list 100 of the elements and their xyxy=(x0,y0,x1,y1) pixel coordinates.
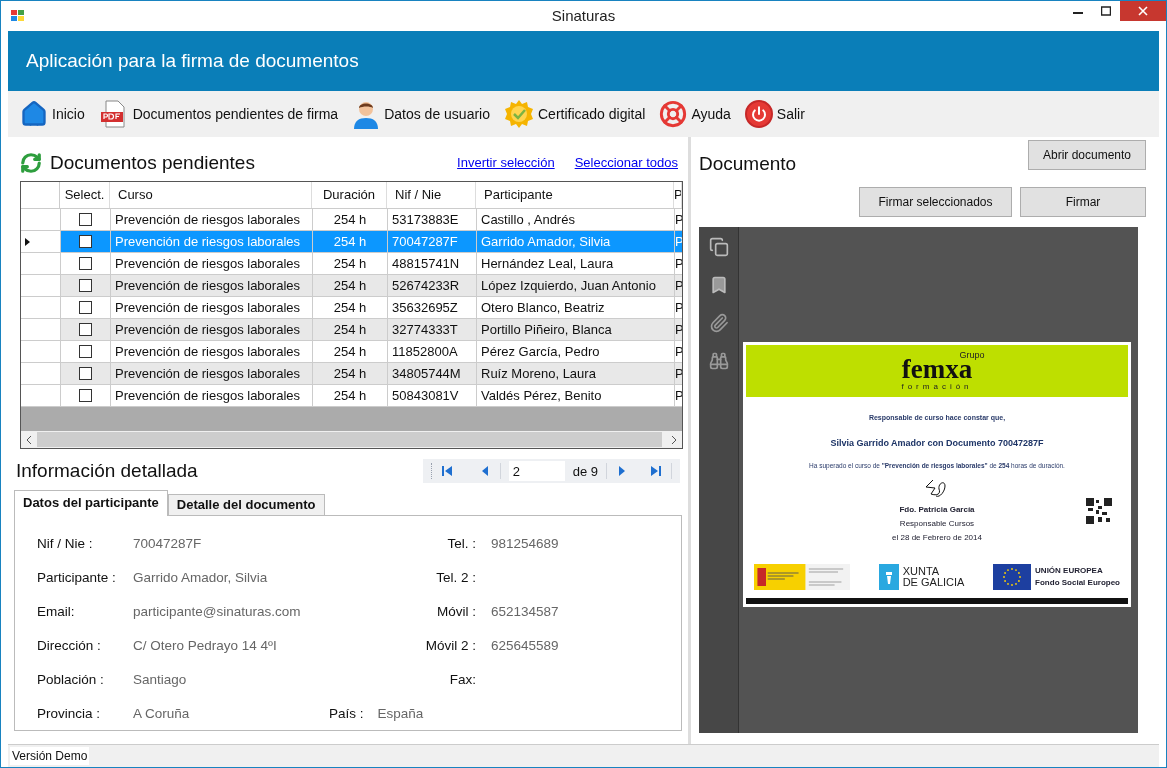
column-header[interactable]: Curso xyxy=(110,182,312,208)
table-cell: Portillo Piñeiro, Blanca xyxy=(477,319,675,341)
column-header[interactable]: Duración xyxy=(312,182,387,208)
row-checkbox[interactable] xyxy=(79,367,92,380)
table-cell: 34805744M xyxy=(388,363,477,385)
certificate-text: Silvia Garrido Amador con Documento 70047287F xyxy=(830,437,1044,450)
tab[interactable]: Detalle del documento xyxy=(167,493,325,515)
table-cell: Ruíz Moreno, Laura xyxy=(477,363,675,385)
pages-icon[interactable] xyxy=(708,236,729,257)
table-cell: Castillo , Andrés xyxy=(477,209,675,231)
home-icon xyxy=(20,100,48,128)
field-value: 981254689 xyxy=(491,535,559,554)
table-cell: Prevención de riesgos laborales xyxy=(111,275,313,297)
row-checkbox[interactable] xyxy=(79,389,92,402)
toolbar-button[interactable]: Datos de usuario xyxy=(352,99,490,129)
field-label: Tel. : xyxy=(447,535,476,554)
field-label: Provincia : xyxy=(37,705,102,724)
last-page-icon[interactable] xyxy=(649,464,663,479)
table-cell: 254 h xyxy=(313,231,388,253)
app-icon xyxy=(11,9,25,23)
field-value: 652134587 xyxy=(491,603,559,622)
field-label: Participante : xyxy=(37,569,117,588)
row-checkbox[interactable] xyxy=(79,279,92,292)
row-checkbox[interactable] xyxy=(79,301,92,314)
row-checkbox[interactable] xyxy=(79,257,92,270)
field-label: Dirección : xyxy=(37,637,102,656)
table-cell: Prevención de riesgos laborales xyxy=(111,363,313,385)
table-cell: 35632695Z xyxy=(388,297,477,319)
column-header[interactable]: Select. xyxy=(60,182,110,208)
section-title: Información detallada xyxy=(15,459,198,483)
row-checkbox[interactable] xyxy=(79,345,92,358)
certificate-date: el 28 de Febrero de 2014 xyxy=(892,532,982,545)
field-label: Población : xyxy=(37,671,105,690)
refresh-icon[interactable] xyxy=(20,152,42,174)
section-title: Documentos pendientes xyxy=(50,150,255,175)
table-cell: Prevención de riesgos laborales xyxy=(111,209,313,231)
toolbar-button[interactable]: Salir xyxy=(744,100,805,128)
table-cell: Garrido Amador, Silvia xyxy=(477,231,675,253)
table-cell: Otero Blanco, Beatriz xyxy=(477,297,675,319)
seal-check-icon xyxy=(504,99,534,129)
page-number-field[interactable]: 2 xyxy=(508,461,565,482)
row-checkbox[interactable] xyxy=(79,213,92,226)
field-label: Email: xyxy=(37,603,76,622)
field-value: España xyxy=(377,705,424,724)
row-checkbox[interactable] xyxy=(79,235,92,248)
scroll-left-icon[interactable] xyxy=(25,435,33,444)
binoculars-icon[interactable] xyxy=(708,350,729,371)
toolbar-button[interactable]: Ayuda xyxy=(659,100,731,128)
table-cell: 53173883E xyxy=(388,209,477,231)
column-header[interactable]: Nif / Nie xyxy=(387,182,476,208)
eu-flag-icon xyxy=(993,564,1032,591)
window-title: Sinaturas xyxy=(551,5,616,26)
toolbar-button[interactable]: Documentos pendientes de firma xyxy=(98,99,339,129)
toolbar-button[interactable]: Certificado digital xyxy=(504,99,646,129)
open-document-button[interactable]: Abrir documento xyxy=(1028,140,1146,170)
sign-button[interactable]: Firmar xyxy=(1020,186,1146,217)
field-value: 625645589 xyxy=(491,637,559,656)
logo-text: Fondo Social Europeo xyxy=(1035,579,1120,588)
sign-selected-button[interactable]: Firmar seleccionados xyxy=(859,186,1012,217)
table-cell: 254 h xyxy=(313,385,388,407)
column-header[interactable]: Participante xyxy=(476,182,674,208)
field-value: Garrido Amador, Silvia xyxy=(133,569,268,588)
logo-text: XUNTA xyxy=(902,566,941,578)
text-link[interactable]: Invertir selección xyxy=(457,153,555,173)
field-value: A Coruña xyxy=(133,705,190,724)
table-cell: Prevención de riesgos laborales xyxy=(111,385,313,407)
table-cell: Prevención de riesgos laborales xyxy=(111,341,313,363)
row-header[interactable] xyxy=(21,231,61,253)
toolbar-button[interactable]: Inicio xyxy=(20,100,85,128)
horizontal-scrollbar[interactable] xyxy=(21,431,682,448)
signer-name: Fdo. Patricia García xyxy=(899,504,975,517)
scroll-right-icon[interactable] xyxy=(670,435,678,444)
logo-text: Grupo xyxy=(959,350,985,360)
status-text: Versión Demo xyxy=(10,747,90,765)
field-label: Móvil : xyxy=(437,603,476,622)
page-count: de 9 xyxy=(572,462,598,481)
field-label: Fax: xyxy=(449,671,476,690)
table-cell: 254 h xyxy=(313,341,388,363)
table-cell: 254 h xyxy=(313,253,388,275)
table-cell: 11852800A xyxy=(388,341,477,363)
tab[interactable]: Datos del participante xyxy=(14,489,168,516)
first-page-icon[interactable] xyxy=(439,464,454,479)
table-cell: Prevención de riesgos laborales xyxy=(111,231,313,253)
field-value: Santiago xyxy=(133,671,187,690)
table-cell: 52674233R xyxy=(388,275,477,297)
table-cell: 254 h xyxy=(313,319,388,341)
table-cell: Pérez García, Pedro xyxy=(477,341,675,363)
table-cell: 254 h xyxy=(313,275,388,297)
maximize-icon xyxy=(1101,6,1111,16)
current-row-icon xyxy=(25,237,30,246)
table-cell: 254 h xyxy=(313,209,388,231)
logo-text: UNIÓN EUROPEA xyxy=(1035,567,1104,576)
text-link[interactable]: Seleccionar todos xyxy=(574,153,678,173)
paperclip-icon[interactable] xyxy=(708,312,729,333)
row-checkbox[interactable] xyxy=(79,323,92,336)
table-cell: Prevención de riesgos laborales xyxy=(111,297,313,319)
table-cell: Valdés Pérez, Benito xyxy=(477,385,675,407)
table-cell: 70047287F xyxy=(388,231,477,253)
table-cell: Prevención de riesgos laborales xyxy=(111,253,313,275)
close-icon xyxy=(1138,6,1148,16)
